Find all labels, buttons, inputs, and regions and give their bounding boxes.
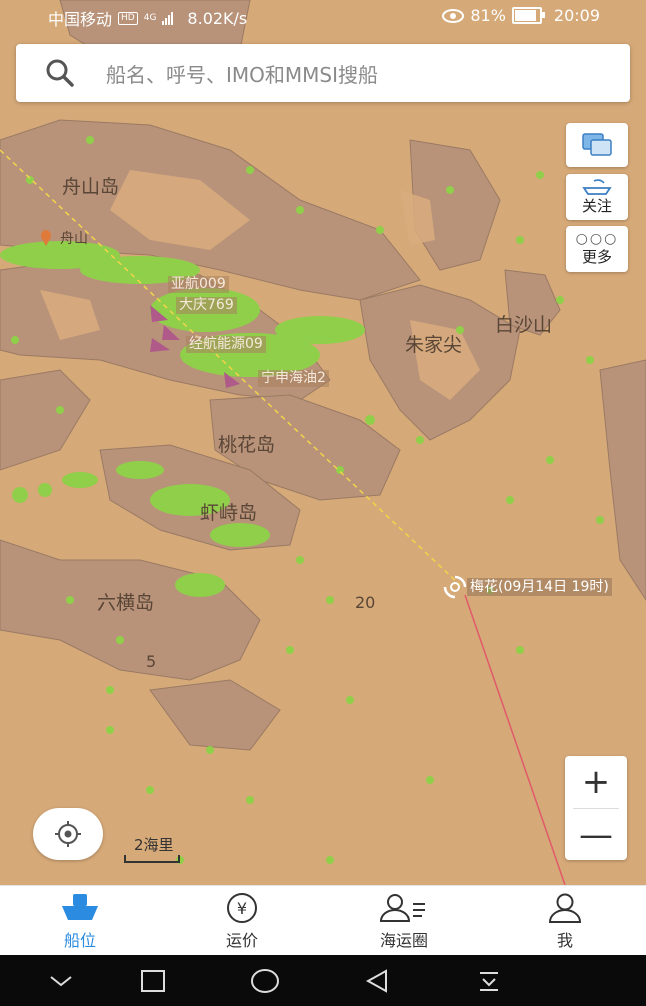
carrier-name: 中国移动 [48,10,113,29]
place-zhoushan-city: 舟山 [60,231,88,247]
circle-icon [251,969,279,993]
typhoon-track [464,594,566,885]
tab-shipping-circle[interactable]: 海运圈 [344,886,464,956]
eye-icon [442,8,465,23]
typhoon-marker[interactable]: 梅花(09月14日 19时) [443,575,612,599]
pull-down-icon [480,972,498,991]
map-scale: 2海里 [124,834,180,863]
place-xiazhi: 虾峙岛 [200,502,258,524]
hd-badge: HD [118,11,138,25]
search-input[interactable]: 船名、呼号、IMO和MMSI搜船 [106,59,378,88]
zoom-out-button[interactable]: — [565,809,627,861]
follow-button[interactable]: 关注 [566,174,628,220]
place-liuheng: 六横岛 [97,592,155,614]
tab-bar: 船位 ¥ 运价 海运圈 我 [0,885,646,956]
land-west [0,369,91,471]
clock: 20:09 [553,6,600,25]
ship-label[interactable]: 宁申海油2 [258,370,329,387]
ship-label[interactable]: 大庆769 [176,297,237,314]
nav-hide-button[interactable] [46,967,76,995]
layers-icon [582,133,612,156]
battery-percent: 81% [470,6,506,25]
scale-label: 2海里 [134,836,174,854]
ship-follow-icon [582,178,612,195]
ship-label[interactable]: 经航能源09 [186,336,266,353]
locate-button[interactable] [33,808,103,860]
system-nav-bar [0,955,646,1006]
contacts-icon [379,894,425,922]
tab-freight-rate[interactable]: ¥ 运价 [182,886,302,956]
typhoon-icon [443,575,467,599]
square-icon [141,970,165,992]
typhoon-label: 梅花(09月14日 19时) [467,578,612,596]
nav-home-button[interactable] [250,967,280,995]
more-label: 更多 [581,247,612,266]
nav-back-button[interactable] [362,967,392,995]
land-south [149,679,281,751]
network-type: 4G [143,13,157,23]
chevron-down-icon [50,976,72,987]
tab-label: 我 [556,931,573,950]
map-view[interactable]: 舟山岛 舟山 朱家尖 白沙山 桃花岛 虾峙岛 六横岛 20 5 亚航009 大庆… [0,0,646,885]
ship-label[interactable]: 亚航009 [168,276,229,293]
zoom-in-button[interactable]: + [565,756,627,808]
more-button[interactable]: ○○○ 更多 [566,226,628,272]
place-baisha: 白沙山 [495,314,553,336]
place-zhoushan-island: 舟山岛 [62,176,120,198]
zoom-controls: + — [565,756,627,860]
battery-icon [511,7,545,24]
signal-icon [162,11,174,25]
nav-recents-button[interactable] [138,967,168,995]
search-bar[interactable]: 船名、呼号、IMO和MMSI搜船 [16,44,630,102]
target-icon [55,821,81,847]
follow-label: 关注 [581,196,612,215]
back-triangle-icon [365,969,387,993]
place-taohua: 桃花岛 [218,434,276,456]
ship-icon [62,894,98,920]
tab-label: 海运圈 [379,931,428,950]
tab-label: 运价 [225,931,258,950]
place-zhujiajian: 朱家尖 [405,334,463,356]
screen: 舟山岛 舟山 朱家尖 白沙山 桃花岛 虾峙岛 六横岛 20 5 亚航009 大庆… [0,0,646,1006]
nav-notification-button[interactable] [474,967,504,995]
svg-text:¥: ¥ [237,899,247,918]
map-canvas[interactable] [0,0,646,885]
network-speed: 8.02K/s [187,8,248,28]
status-bar: 中国移动 HD 4G 8.02K/s 81% 20:09 [0,0,646,34]
scale-bar [124,855,180,863]
tab-label: 船位 [63,931,96,950]
search-icon [46,59,74,87]
user-icon [548,893,582,923]
tab-me[interactable]: 我 [505,886,625,956]
yen-icon: ¥ [227,893,257,923]
more-dots-icon: ○○○ [575,230,619,247]
depth-5: 5 [146,652,157,671]
land-east-strip [599,359,646,601]
depth-20: 20 [355,593,376,612]
tab-ship-position[interactable]: 船位 [20,886,140,956]
map-layer-button[interactable] [566,123,628,167]
